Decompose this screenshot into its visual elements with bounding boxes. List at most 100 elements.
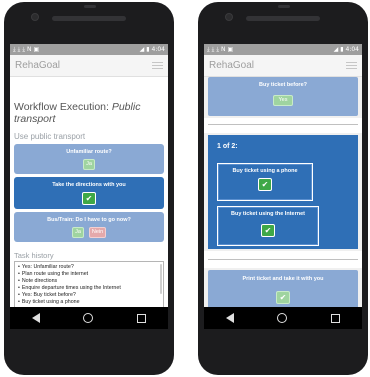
task-card-title: Buy ticket before? [259, 82, 307, 88]
image-icon: ▣ [227, 46, 234, 53]
ok-button[interactable]: Ja [83, 159, 95, 170]
phone-right: ⤓ ⤓ ⤓ N ▣ ◢ ▮ 4:04 RehaGoal Buy ticket b… [198, 2, 368, 375]
navigation-bar [10, 307, 168, 329]
phone-top-bezel [4, 2, 174, 44]
earpiece [84, 5, 96, 8]
menu-bar [152, 65, 163, 66]
task-history-label: Task history [14, 251, 54, 260]
clock: 4:04 [345, 46, 359, 53]
phone-screen-right: ⤓ ⤓ ⤓ N ▣ ◢ ▮ 4:04 RehaGoal Buy ticket b… [204, 44, 362, 329]
app-title: RehaGoal [209, 60, 255, 71]
task-card-directions: Take the directions with you ✔ [14, 177, 164, 209]
n-icon: N [220, 46, 226, 53]
history-scrollbar[interactable] [160, 264, 162, 294]
divider [208, 124, 358, 125]
app-title: RehaGoal [15, 60, 61, 71]
n-icon: N [26, 46, 32, 53]
check-icon: ✔ [85, 194, 93, 203]
menu-bar [152, 68, 163, 69]
check-icon: ✔ [264, 226, 272, 235]
task-card-buy-ticket-internet: Buy ticket using the Internet ✔ [217, 206, 319, 246]
page-title-prefix: Workflow Execution: [14, 101, 112, 113]
workflow-scroll-area[interactable]: Buy ticket before? Yes 1 of 2: Buy ticke… [204, 77, 362, 329]
check-button[interactable]: ✔ [258, 178, 272, 191]
earpiece [278, 5, 290, 8]
workflow-section-label: Use public transport [14, 132, 86, 141]
history-item: Enquire departure times using the Intern… [18, 285, 160, 292]
task-card-bus-train: Bus/Train: Do I have to go now? Ja Nein [14, 212, 164, 242]
parallel-task-block: 1 of 2: Buy ticket using a phone ✔ Buy t… [208, 135, 358, 249]
front-camera [31, 13, 39, 21]
status-bar: ⤓ ⤓ ⤓ N ▣ ◢ ▮ 4:04 [204, 44, 362, 55]
battery-icon: ▮ [146, 46, 150, 53]
home-icon[interactable] [83, 313, 94, 323]
signal-icon: ◢ [139, 46, 145, 53]
no-button[interactable]: Nein [89, 227, 106, 238]
menu-bar [346, 62, 357, 63]
task-history-list[interactable]: Yes: Unfamiliar route? Plan route using … [14, 261, 164, 313]
download-icon: ⤓ [216, 45, 219, 53]
status-bar: ⤓ ⤓ ⤓ N ▣ ◢ ▮ 4:04 [10, 44, 168, 55]
app-bar: RehaGoal [10, 55, 168, 77]
task-card-title: Print ticket and take it with you [242, 276, 324, 282]
page-title: Workflow Execution: Public transport [14, 101, 164, 125]
check-button[interactable]: ✔ [261, 224, 275, 237]
notification-icons: ⤓ ⤓ ⤓ N ▣ [13, 46, 39, 54]
home-icon[interactable] [277, 313, 288, 323]
screenshot-stage: ⤓ ⤓ ⤓ N ▣ ◢ ▮ 4:04 RehaGoal Workflow Exe… [0, 0, 370, 377]
clock: 4:04 [151, 46, 165, 53]
app-bar: RehaGoal [204, 55, 362, 77]
task-card-title: Unfamiliar route? [66, 149, 112, 155]
check-button[interactable]: ✔ [82, 192, 96, 205]
phone-left: ⤓ ⤓ ⤓ N ▣ ◢ ▮ 4:04 RehaGoal Workflow Exe… [4, 2, 174, 375]
task-card-title: Buy ticket using a phone [232, 168, 298, 174]
task-card-title: Bus/Train: Do I have to go now? [47, 217, 131, 223]
history-item: Buy ticket using a phone [18, 299, 160, 306]
recents-icon[interactable] [331, 313, 341, 323]
history-item: Yes: Buy ticket before? [18, 292, 160, 299]
menu-bar [346, 68, 357, 69]
menu-icon[interactable] [346, 62, 357, 69]
divider [208, 259, 358, 260]
check-icon: ✔ [279, 293, 287, 302]
task-card-title: Buy ticket using the Internet [231, 211, 305, 217]
front-camera [225, 13, 233, 21]
image-icon: ▣ [33, 46, 40, 53]
menu-bar [152, 62, 163, 63]
task-card-buy-ticket-before: Buy ticket before? Yes [208, 77, 358, 116]
task-card-unfamiliar-route: Unfamiliar route? Ja [14, 144, 164, 174]
menu-icon[interactable] [152, 62, 163, 69]
back-icon[interactable] [225, 313, 234, 323]
workflow-content: Workflow Execution: Public transport Use… [10, 77, 168, 313]
yes-button[interactable]: Ja [72, 227, 84, 238]
history-item: Yes: Unfamiliar route? [18, 264, 160, 271]
history-item: Plan route using the internet [18, 271, 160, 278]
speaker-grille [52, 16, 126, 21]
download-icon: ⤓ [22, 45, 25, 53]
signal-icon: ◢ [333, 46, 339, 53]
task-card-print-ticket: Print ticket and take it with you ✔ [208, 270, 358, 312]
download-icon: ⤓ [211, 45, 215, 53]
notification-icons: ⤓ ⤓ ⤓ N ▣ [207, 46, 233, 54]
spacer [204, 118, 362, 133]
parallel-counter: 1 of 2: [217, 143, 238, 150]
yes-button[interactable]: Yes [273, 95, 293, 106]
battery-icon: ▮ [340, 46, 344, 53]
history-item: Note directions [18, 278, 160, 285]
menu-bar [346, 65, 357, 66]
speaker-grille [246, 16, 320, 21]
check-button[interactable]: ✔ [276, 291, 290, 304]
check-icon: ✔ [261, 180, 269, 189]
system-icons: ◢ ▮ 4:04 [334, 46, 359, 53]
task-card-buy-ticket-phone: Buy ticket using a phone ✔ [217, 163, 313, 201]
phone-top-bezel [198, 2, 368, 44]
download-icon: ⤓ [17, 45, 21, 53]
recents-icon[interactable] [137, 313, 147, 323]
back-icon[interactable] [31, 313, 40, 323]
task-card-title: Take the directions with you [52, 182, 126, 188]
download-icon: ⤓ [13, 45, 16, 53]
system-icons: ◢ ▮ 4:04 [140, 46, 165, 53]
navigation-bar [204, 307, 362, 329]
phone-screen-left: ⤓ ⤓ ⤓ N ▣ ◢ ▮ 4:04 RehaGoal Workflow Exe… [10, 44, 168, 329]
download-icon: ⤓ [207, 45, 210, 53]
